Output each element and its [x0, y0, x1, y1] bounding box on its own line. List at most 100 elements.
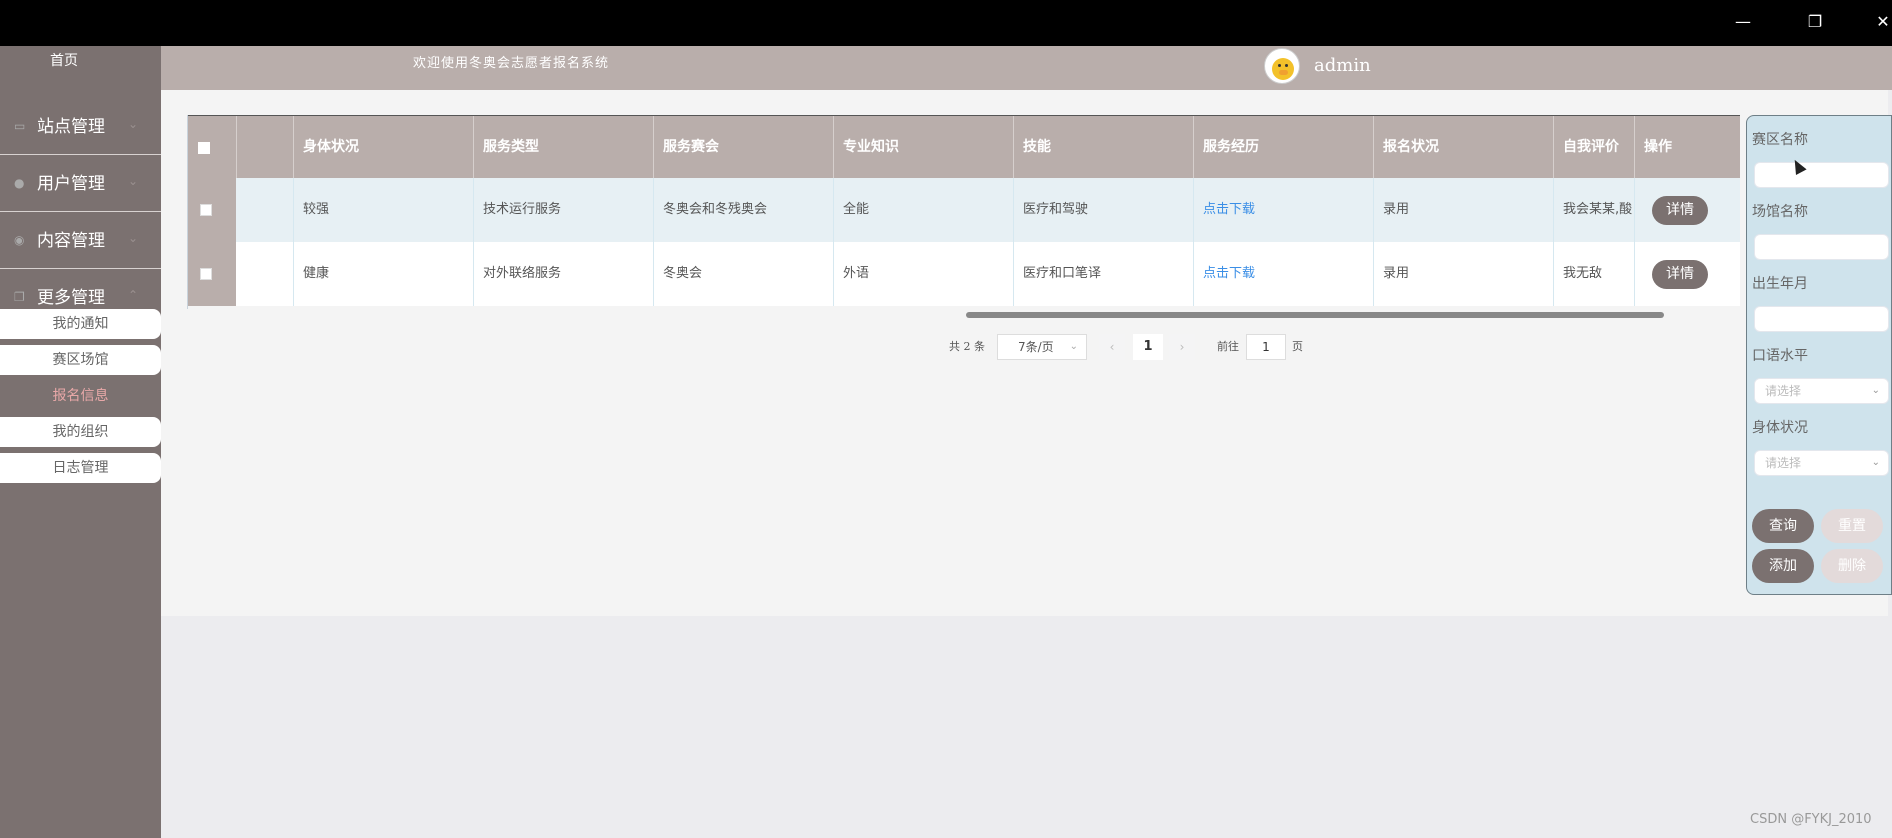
close-icon[interactable]: ✕	[1868, 8, 1892, 36]
select-all-cell	[188, 116, 237, 179]
filter-label: 出生年月	[1752, 276, 1808, 292]
oral-level-select[interactable]: 请选择 ⌄	[1754, 378, 1889, 404]
row-checkbox[interactable]	[200, 204, 212, 216]
menu-label: 内容管理	[37, 231, 105, 251]
registration-table: 身体状况 服务类型 服务赛会 专业知识 技能 服务经历 报名状况 自我评价 操作…	[187, 115, 1740, 309]
download-link[interactable]: 点击下载	[1194, 242, 1374, 306]
column-header: 服务类型	[474, 116, 654, 179]
table-row: 健康 对外联络服务 冬奥会 外语 医疗和口笔译 点击下载 录用 我无敌 详情	[188, 242, 1740, 306]
chevron-down-icon: ⌄	[1871, 457, 1880, 468]
watermark: CSDN @FYKJ_2010	[1750, 812, 1872, 827]
sidebar-home-link[interactable]: 首页	[0, 46, 128, 76]
download-link[interactable]: 点击下载	[1194, 178, 1374, 242]
row-select-cell	[188, 242, 236, 306]
username[interactable]: admin	[1314, 46, 1371, 86]
menu-user-management[interactable]: ● 用户管理 ⌄	[0, 156, 161, 212]
chevron-down-icon: ⌄	[1871, 385, 1880, 396]
table-cell: 冬奥会和冬残奥会	[654, 178, 834, 242]
minimize-icon[interactable]: —	[1728, 8, 1758, 36]
table-cell: 录用	[1374, 242, 1554, 306]
column-header: 技能	[1014, 116, 1194, 179]
table-header: 身体状况 服务类型 服务赛会 专业知识 技能 服务经历 报名状况 自我评价 操作	[188, 115, 1740, 179]
duck-avatar-icon	[1272, 58, 1294, 80]
select-placeholder: 请选择	[1765, 456, 1802, 470]
column-header: 身体状况	[294, 116, 474, 179]
page-size-select[interactable]: 7条/页 ⌄	[997, 334, 1087, 360]
table-cell: 全能	[834, 178, 1014, 242]
select-all-checkbox[interactable]	[198, 142, 210, 154]
table-cell: 健康	[294, 242, 474, 306]
pagination-total: 共 2 条	[949, 340, 985, 353]
select-placeholder: 请选择	[1765, 384, 1802, 398]
table-cell: 医疗和口笔译	[1014, 242, 1194, 306]
row-select-cell	[188, 178, 236, 242]
menu-site-management[interactable]: ▭ 站点管理 ⌄	[0, 99, 161, 155]
column-header: 服务赛会	[654, 116, 834, 179]
submenu-registration-info[interactable]: 报名信息	[0, 381, 161, 411]
table-cell: 技术运行服务	[474, 178, 654, 242]
top-header: 欢迎使用冬奥会志愿者报名系统 admin	[161, 46, 1892, 90]
detail-button[interactable]: 详情	[1652, 196, 1708, 225]
restore-icon[interactable]: ❐	[1800, 8, 1830, 36]
index-cell	[237, 178, 294, 242]
filter-panel: 赛区名称 场馆名称 出生年月 口语水平 请选择 ⌄ 身体状况 请选择 ⌄ 查询 …	[1746, 115, 1892, 595]
column-header: 专业知识	[834, 116, 1014, 179]
table-cell: 冬奥会	[654, 242, 834, 306]
goto-page-input[interactable]: 1	[1246, 334, 1286, 360]
column-header: 报名状况	[1374, 116, 1554, 179]
table-cell: 对外联络服务	[474, 242, 654, 306]
index-header	[237, 116, 294, 179]
index-cell	[237, 242, 294, 306]
filter-label: 口语水平	[1752, 348, 1808, 364]
filter-label: 场馆名称	[1752, 204, 1808, 220]
menu-label: 站点管理	[37, 117, 105, 137]
delete-button[interactable]: 删除	[1821, 549, 1883, 583]
submenu-log-management[interactable]: 日志管理	[0, 453, 161, 483]
user-icon: ●	[14, 176, 25, 190]
health-status-select[interactable]: 请选择 ⌄	[1754, 450, 1889, 476]
avatar[interactable]	[1264, 48, 1300, 84]
table-cell: 较强	[294, 178, 474, 242]
monitor-icon: ▭	[14, 119, 26, 133]
submenu-venues[interactable]: 赛区场馆	[0, 345, 161, 375]
reset-button[interactable]: 重置	[1821, 509, 1883, 543]
submenu-my-notice[interactable]: 我的通知	[0, 309, 161, 339]
query-button[interactable]: 查询	[1752, 509, 1814, 543]
action-cell: 详情	[1635, 178, 1740, 242]
chevron-down-icon: ⌄	[128, 174, 139, 188]
venue-area-input[interactable]	[1754, 162, 1889, 188]
goto-label: 前往	[1217, 340, 1239, 353]
window-titlebar: — ❐ ✕	[0, 0, 1892, 46]
venue-name-input[interactable]	[1754, 234, 1889, 260]
welcome-text: 欢迎使用冬奥会志愿者报名系统	[413, 56, 610, 71]
eye-icon: ◉	[14, 233, 25, 247]
chevron-up-icon: ⌃	[128, 288, 139, 302]
sidebar: 首页 ▭ 站点管理 ⌄ ● 用户管理 ⌄ ◉ 内容管理 ⌄ ❐ 更多管理 ⌃ 我…	[0, 46, 161, 838]
chevron-down-icon: ⌄	[1069, 341, 1078, 352]
submenu-my-organization[interactable]: 我的组织	[0, 417, 161, 447]
next-page-button[interactable]: ›	[1169, 334, 1195, 360]
row-checkbox[interactable]	[200, 268, 212, 280]
column-header: 操作	[1644, 139, 1672, 155]
action-cell: 详情	[1635, 242, 1740, 306]
column-header: 服务经历	[1194, 116, 1374, 179]
filter-label: 赛区名称	[1752, 132, 1808, 148]
table-cell: 外语	[834, 242, 1014, 306]
table-cell: 我会某某,酸	[1554, 178, 1635, 242]
detail-button[interactable]: 详情	[1652, 260, 1708, 289]
chevron-down-icon: ⌄	[128, 117, 139, 131]
copy-icon: ❐	[14, 290, 25, 304]
add-button[interactable]: 添加	[1752, 549, 1814, 583]
table-cell: 录用	[1374, 178, 1554, 242]
birth-date-input[interactable]	[1754, 306, 1889, 332]
menu-content-management[interactable]: ◉ 内容管理 ⌄	[0, 213, 161, 269]
prev-page-button[interactable]: ‹	[1099, 334, 1125, 360]
menu-label: 用户管理	[37, 174, 105, 194]
filter-label: 身体状况	[1752, 420, 1808, 436]
chevron-down-icon: ⌄	[128, 231, 139, 245]
main-content: 身体状况 服务类型 服务赛会 专业知识 技能 服务经历 报名状况 自我评价 操作…	[161, 90, 1888, 616]
table-row: 较强 技术运行服务 冬奥会和冬残奥会 全能 医疗和驾驶 点击下载 录用 我会某某…	[188, 178, 1740, 242]
page-number[interactable]: 1	[1133, 334, 1163, 360]
table-horizontal-scrollbar[interactable]	[966, 312, 1664, 318]
column-header: 自我评价	[1554, 116, 1635, 179]
